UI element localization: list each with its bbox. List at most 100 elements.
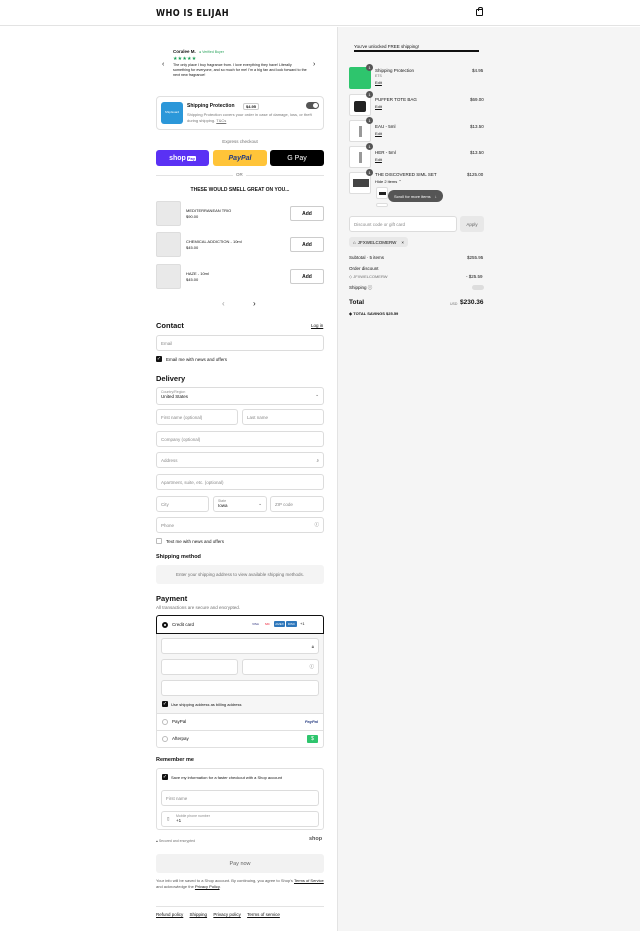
or-label: OR (233, 172, 246, 177)
product-thumbnail (156, 201, 181, 226)
address-field[interactable]: Address ⌕ (156, 452, 324, 468)
discount-code-field[interactable]: Discount code or gift card (349, 216, 457, 232)
hide-items-toggle[interactable]: Hide 2 items ⌃ (375, 179, 402, 184)
credit-card-option[interactable]: Credit card VISA MC AMEX DISC +1 (156, 615, 324, 634)
order-discount-label: Order discount (349, 266, 379, 271)
last-name-field[interactable]: Last name (242, 409, 324, 425)
afterpay-logo: $ (307, 735, 318, 743)
shipping-link[interactable]: Shipping (190, 912, 208, 917)
card-number-field[interactable]: 🔒︎ (161, 638, 319, 654)
shop-first-name-field[interactable]: First name (161, 790, 319, 806)
chevron-down-icon: ⌄ (258, 501, 262, 506)
help-icon[interactable]: ⓘ (368, 285, 373, 290)
total-value: $230.36 (460, 299, 484, 306)
verified-badge: ● Verified Buyer (199, 50, 224, 54)
next-review-icon[interactable]: › (313, 61, 315, 68)
upsell-item-name: CHEMICAL ADDICTION - 10ml (186, 239, 242, 244)
scroll-more-pill[interactable]: Scroll for more items ↓ (388, 190, 443, 202)
add-button[interactable]: Add (290, 237, 324, 252)
text-me-label: Text me with news and offers (166, 539, 224, 544)
save-info-checkbox[interactable]: ✓ (162, 774, 168, 780)
edit-link[interactable]: Edit (375, 80, 382, 85)
footer-links: Refund policy Shipping Privacy policy Te… (156, 912, 280, 917)
mobile-phone-field[interactable]: ▯ Mobile phone number +1 (161, 811, 319, 827)
help-icon[interactable]: ⓘ (310, 664, 315, 670)
text-me-checkbox[interactable] (156, 538, 162, 544)
expiration-field[interactable] (161, 659, 238, 675)
zip-field[interactable]: ZIP code (270, 496, 324, 512)
paypal-option[interactable]: PayPal PayPal (156, 714, 324, 731)
apartment-field[interactable]: Apartment, suite, etc. (optional) (156, 474, 324, 490)
search-icon: ⌕ (316, 457, 319, 463)
pay-now-button[interactable]: Pay now (156, 854, 324, 873)
billing-label: Use shipping address as billing address (171, 702, 242, 707)
company-field[interactable]: Company (optional) (156, 431, 324, 447)
phone-field[interactable]: Phone ⓘ (156, 517, 324, 533)
remove-code-icon[interactable]: × (401, 240, 404, 245)
express-checkout-label: Express checkout (222, 139, 258, 144)
currency-label: USD (450, 302, 458, 306)
product-thumbnail (376, 187, 388, 199)
cart-item-name: Shipping Protection (375, 68, 415, 73)
afterpay-radio[interactable] (162, 736, 168, 742)
security-code-field[interactable]: ⓘ (242, 659, 319, 675)
quantity-badge: 1 (366, 64, 373, 71)
edit-link[interactable]: Edit (375, 131, 382, 136)
apply-button[interactable]: Apply (460, 216, 484, 232)
help-icon[interactable]: ⓘ (315, 522, 320, 528)
total-label: Total (349, 299, 365, 306)
name-on-card-field[interactable] (161, 680, 319, 696)
upsell-next-icon[interactable]: › (253, 299, 256, 308)
cart-item-price: $13.50 (470, 124, 484, 129)
tag-icon: ◈ (349, 311, 353, 316)
protection-toggle[interactable] (306, 102, 319, 109)
cart-item-price: $13.50 (470, 150, 484, 155)
paypal-radio[interactable] (162, 719, 168, 725)
city-field[interactable]: City (156, 496, 209, 512)
terms-of-service-link[interactable]: Terms of service (247, 912, 280, 917)
add-button[interactable]: Add (290, 206, 324, 221)
reviewer-name: Coralee M. (173, 49, 196, 54)
login-link[interactable]: Log in (311, 323, 323, 328)
shop-logo: shop (309, 836, 323, 842)
tcs-link[interactable]: T&Cs (216, 118, 226, 123)
cart-item-name: EAU - 5ml (375, 124, 396, 129)
upsell-item-price: $45.00 (186, 277, 199, 282)
phone-icon: ▯ (167, 816, 170, 821)
edit-link[interactable]: Edit (375, 157, 382, 162)
shop-pay-button[interactable]: shop Pay (156, 150, 209, 166)
refund-policy-link[interactable]: Refund policy (156, 912, 183, 917)
cart-item-name: HER - 5ml (375, 150, 396, 155)
review-stars: ★★★★★ (173, 56, 197, 62)
afterpay-option[interactable]: Afterpay $ (156, 731, 324, 748)
gpay-button[interactable]: G Pay (270, 150, 324, 166)
state-select[interactable]: State Iowa ⌄ (213, 496, 267, 512)
shopping-bag-icon[interactable] (476, 7, 483, 16)
paypal-button[interactable]: PayPal (213, 150, 267, 166)
billing-checkbox[interactable]: ✓ (162, 701, 168, 707)
upsell-prev-icon[interactable]: ‹ (222, 299, 225, 308)
order-summary (337, 27, 640, 931)
brand-logo[interactable]: WHO IS ELIJAH (156, 8, 229, 19)
first-name-field[interactable]: First name (optional) (156, 409, 238, 425)
news-checkbox[interactable]: ✓ (156, 356, 162, 362)
email-field[interactable]: Email (156, 335, 324, 351)
afterpay-label: Afterpay (172, 736, 189, 741)
country-select[interactable]: Country/Region United States ⌄ (156, 387, 324, 405)
edit-link[interactable]: Edit (375, 104, 382, 109)
terms-link[interactable]: Terms of Service (294, 878, 324, 883)
cart-item-price: $4.95 (472, 68, 484, 73)
chevron-down-icon: ⌄ (315, 392, 319, 397)
total-savings: ◈ TOTAL SAVINGS $25.59 (349, 311, 399, 316)
add-button[interactable]: Add (290, 269, 324, 284)
lock-icon: 🔒︎ (311, 643, 314, 649)
credit-card-radio[interactable] (162, 622, 168, 628)
upsell-item-name: HAZE - 10ml (186, 271, 209, 276)
delivery-title: Delivery (156, 374, 186, 383)
privacy-link[interactable]: Privacy Policy (195, 884, 220, 889)
legal-text: Your info will be saved to a Shop accoun… (156, 878, 324, 889)
prev-review-icon[interactable]: ‹ (162, 61, 164, 68)
privacy-policy-link[interactable]: Privacy policy (213, 912, 241, 917)
free-shipping-progress-track (354, 50, 479, 52)
upsell-item-name: MEDITERRANEAN TRIO (186, 208, 232, 213)
